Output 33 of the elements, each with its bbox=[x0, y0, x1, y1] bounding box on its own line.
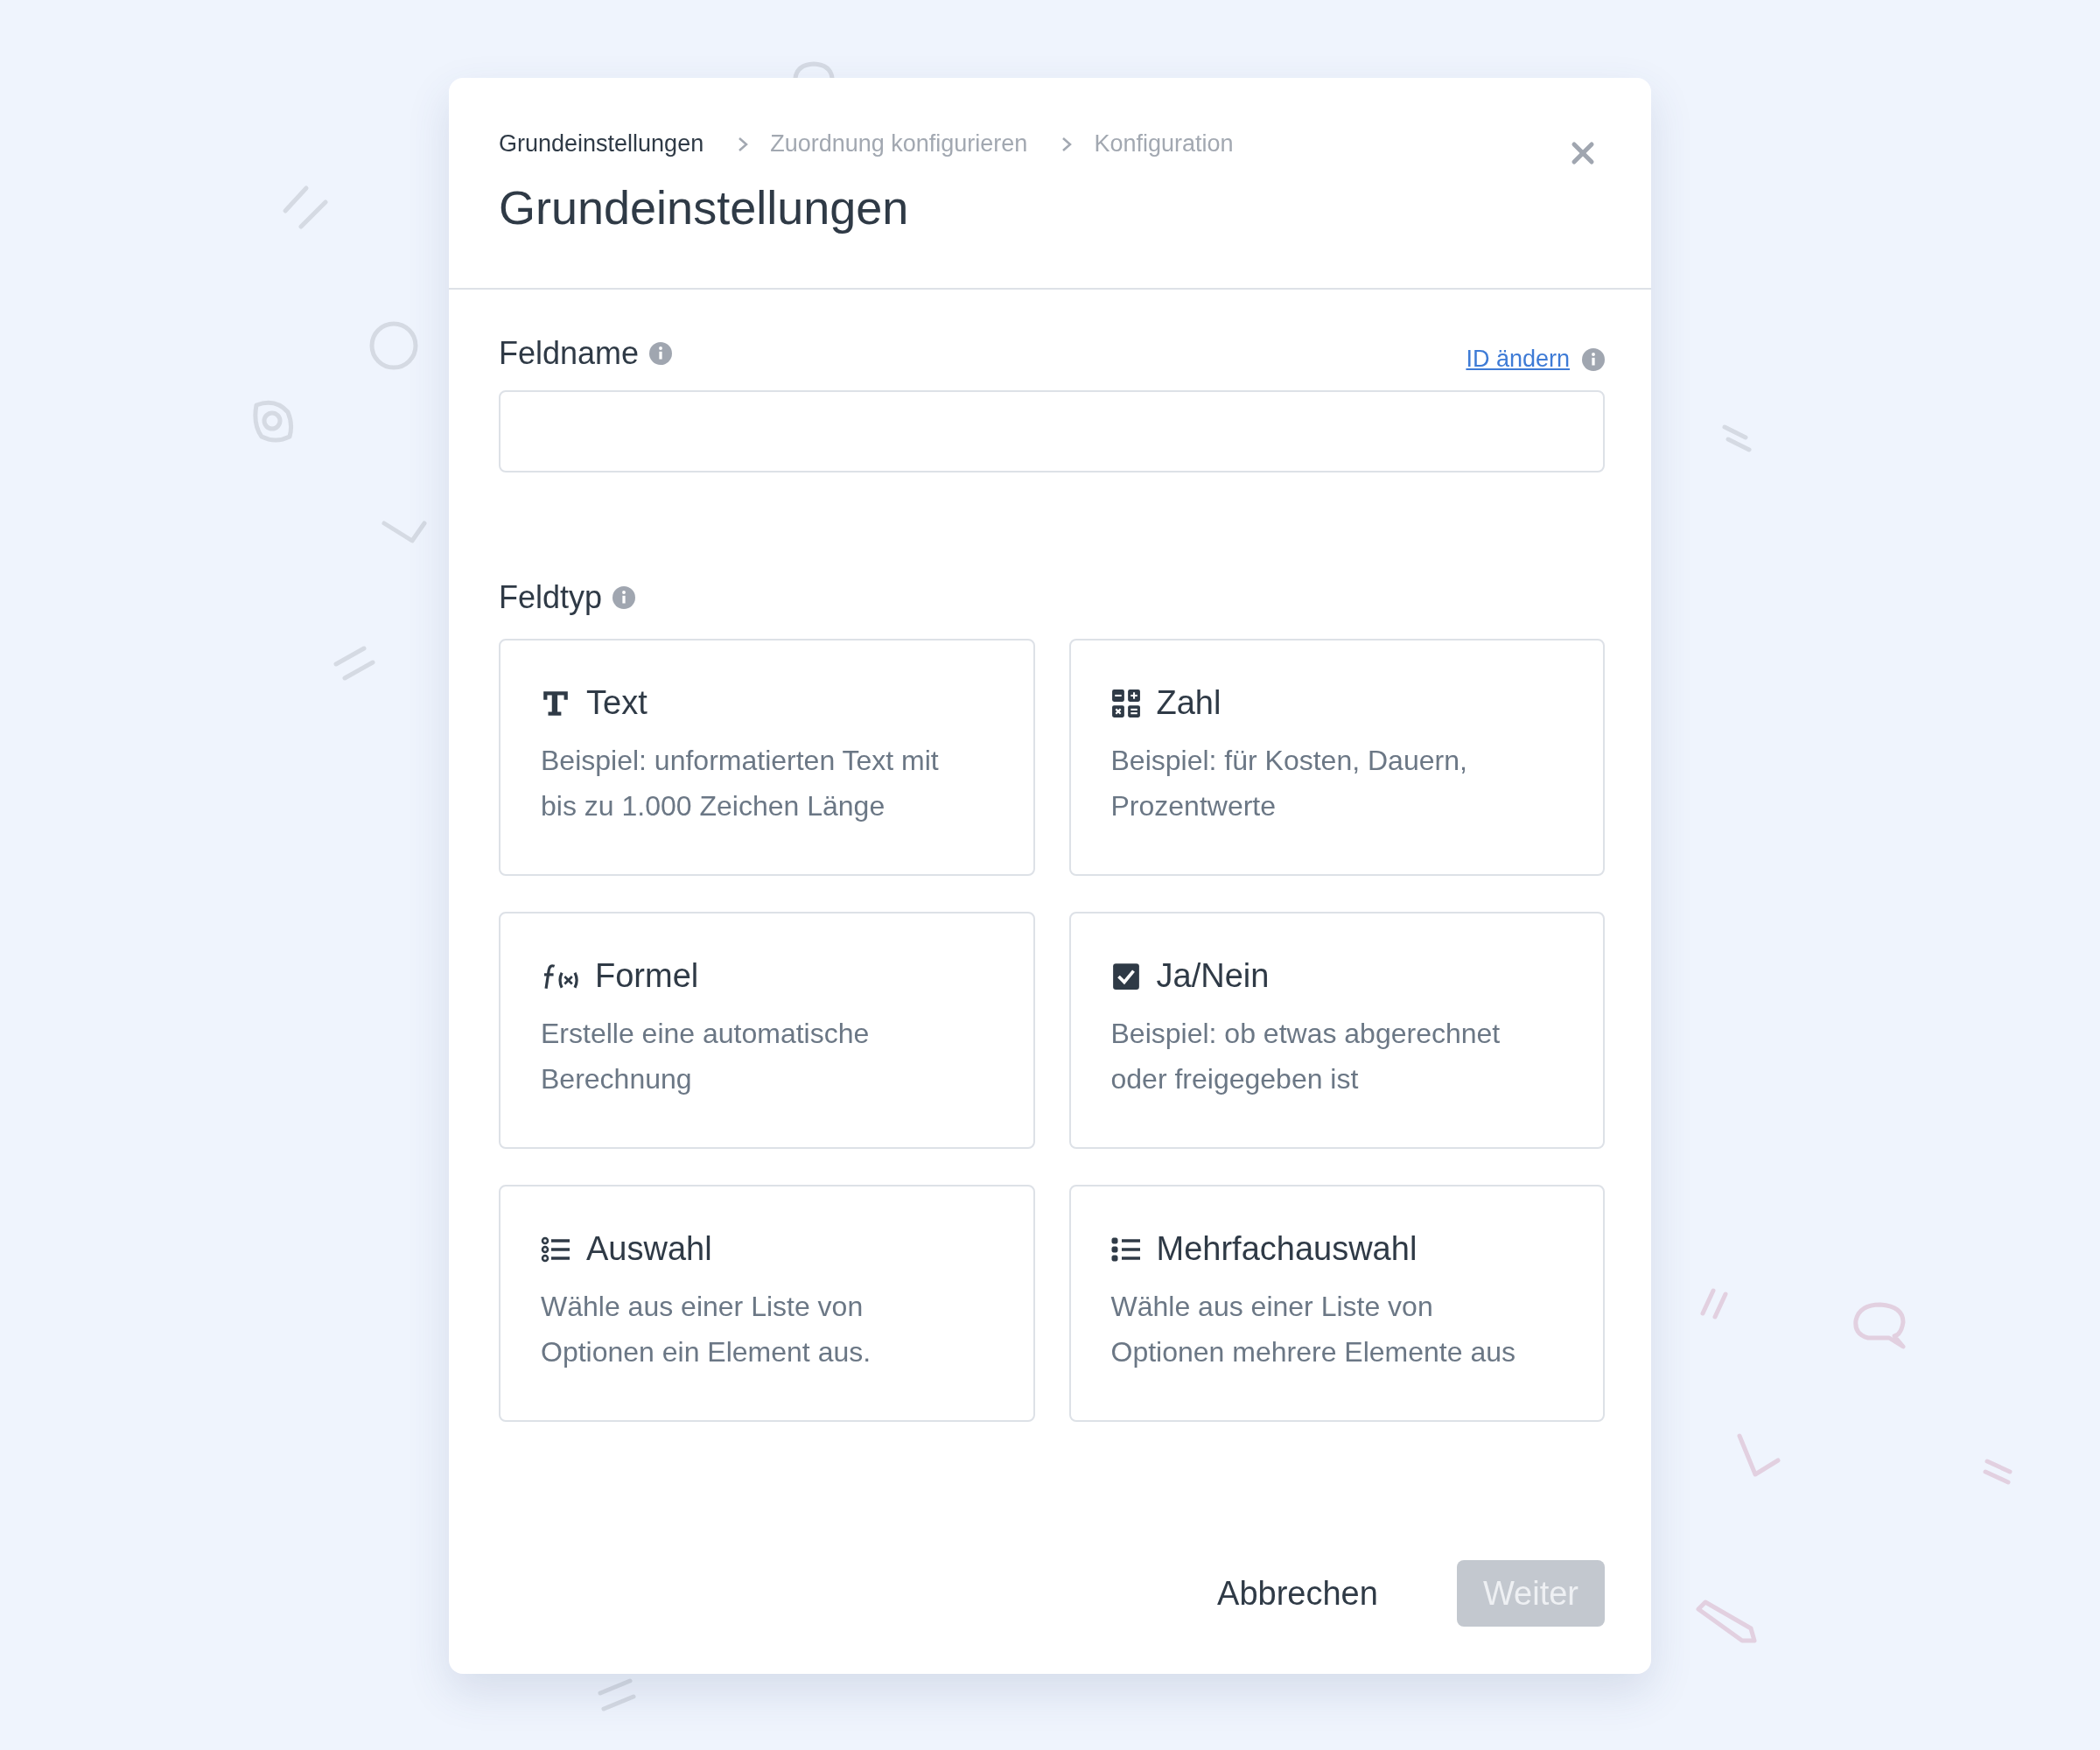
field-type-card[interactable]: Mehrfachauswahl Wähle aus einer Liste von Optionen mehrere Elemente aus bbox=[1068, 1185, 1605, 1422]
card-title: Formel bbox=[595, 957, 699, 995]
cancel-button[interactable]: Abbrechen bbox=[1191, 1560, 1404, 1627]
checkbox-icon bbox=[1110, 961, 1141, 991]
card-description: Beispiel: für Kosten, Dauern, Prozentwerte bbox=[1110, 744, 1468, 823]
card-description: Wähle aus einer Liste von Optionen mehrere Elemente aus bbox=[1110, 1290, 1516, 1369]
info-icon[interactable] bbox=[612, 586, 636, 609]
calculator-icon bbox=[1110, 688, 1141, 718]
card-title: Text bbox=[586, 684, 648, 722]
card-description: Erstelle eine automatische Berechnung bbox=[541, 1017, 871, 1096]
close-button[interactable] bbox=[1571, 141, 1595, 165]
field-label: Feldname bbox=[499, 334, 640, 372]
card-title: Mehrfachauswahl bbox=[1156, 1230, 1418, 1268]
card-title: Ja/Nein bbox=[1156, 957, 1270, 995]
field-type-card[interactable]: Zahl Beispiel: für Kosten, Dauern, Prozentwerte bbox=[1068, 639, 1605, 876]
card-description: Wähle aus einer Liste von Optionen ein Element aus. bbox=[541, 1290, 872, 1369]
card-description: Beispiel: unformatierten Text mit bis zu 1.000 Zeichen Länge bbox=[541, 744, 940, 823]
card-title: Auswahl bbox=[586, 1230, 712, 1268]
circle-icon bbox=[368, 319, 420, 372]
field-type-card[interactable]: Auswahl Wähle aus einer Liste von Optionen ein Element aus. bbox=[499, 1185, 1035, 1422]
change-id-link[interactable]: ID ändern bbox=[1466, 346, 1570, 373]
field-type-card[interactable]: Formel Erstelle eine automatische Berechnung bbox=[499, 912, 1035, 1149]
card-title: Zahl bbox=[1156, 684, 1222, 722]
breadcrumb-step[interactable]: Grundeinstellungen bbox=[499, 130, 704, 158]
field-type-card[interactable]: Ja/Nein Beispiel: ob etwas abgerechnet oder freigegeben ist bbox=[1068, 912, 1605, 1149]
dialog-title: Grundeinstellungen bbox=[499, 180, 910, 234]
field-type-card[interactable]: Text Beispiel: unformatierten Text mit bis zu 1.000 Zeichen Länge bbox=[499, 639, 1035, 876]
slash-marks-icon bbox=[332, 643, 378, 683]
field-label: Feldtyp bbox=[499, 579, 603, 616]
input-field[interactable] bbox=[499, 390, 1605, 472]
card-description: Beispiel: ob etwas abgerechnet oder freigegeben ist bbox=[1110, 1017, 1502, 1096]
info-icon[interactable] bbox=[1582, 347, 1605, 371]
info-icon[interactable] bbox=[649, 341, 673, 365]
